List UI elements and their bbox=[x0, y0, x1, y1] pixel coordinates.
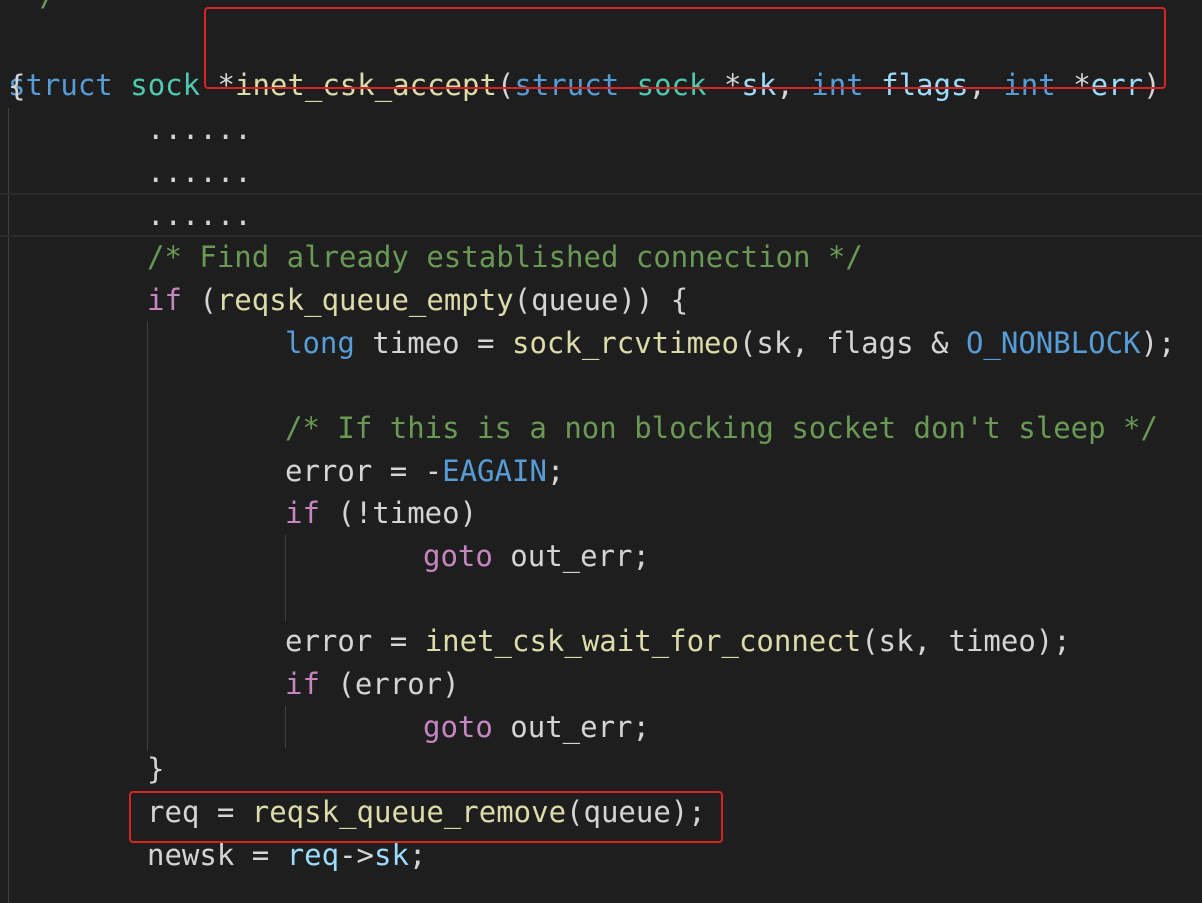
token-function-call: reqsk_queue_empty bbox=[216, 283, 514, 317]
code-editor[interactable]: */ struct sock *inet_csk_accept(struct s… bbox=[0, 0, 1202, 903]
code-line-if-error[interactable]: if (error) bbox=[285, 663, 460, 705]
code-line-goto-1[interactable]: goto out_err; bbox=[423, 535, 650, 577]
token-label: out_err; bbox=[492, 710, 650, 744]
highlight-box-queue-remove bbox=[129, 791, 723, 843]
token-args: (queue)) { bbox=[513, 283, 689, 317]
token-function-call: inet_csk_wait_for_connect bbox=[424, 624, 862, 658]
comment-text: /* If this is a non blocking socket don'… bbox=[285, 411, 1158, 445]
token-goto: goto bbox=[423, 539, 493, 573]
token-sock: sock bbox=[130, 68, 201, 102]
ellipsis-text: ...... bbox=[147, 155, 252, 189]
code-line-error-eagain[interactable]: error = -EAGAIN; bbox=[285, 450, 564, 492]
comment-text: /* Find already established connection *… bbox=[147, 240, 863, 274]
token-args: (sk, timeo); bbox=[861, 624, 1071, 658]
token-assign: newsk = bbox=[147, 838, 287, 872]
indent-guide-if bbox=[147, 322, 148, 750]
token-function-call: sock_rcvtimeo bbox=[511, 326, 739, 360]
ellipsis-text: ...... bbox=[147, 198, 252, 232]
highlight-box-signature bbox=[204, 7, 1166, 89]
ellipsis-text: ...... bbox=[147, 112, 252, 146]
token-paren: ( bbox=[181, 283, 217, 317]
code-line-if-empty[interactable]: if (reqsk_queue_empty(queue)) { bbox=[147, 279, 688, 321]
code-line-goto-2[interactable]: goto out_err; bbox=[423, 706, 650, 748]
token-semi: ; bbox=[408, 838, 427, 872]
code-line-ellipsis-3[interactable]: ...... bbox=[147, 194, 252, 236]
indent-guide-if3 bbox=[285, 706, 286, 748]
code-line-brace-open[interactable]: { bbox=[8, 65, 25, 107]
code-line-ellipsis-1[interactable]: ...... bbox=[147, 108, 252, 150]
token-args: (sk, flags & bbox=[738, 326, 966, 360]
code-line-error-wait[interactable]: error = inet_csk_wait_for_connect(sk, ti… bbox=[285, 620, 1071, 662]
token-if: if bbox=[285, 667, 320, 701]
token-goto: goto bbox=[423, 710, 493, 744]
token-assign: timeo = bbox=[354, 326, 512, 360]
token-semi: ; bbox=[546, 454, 565, 488]
token-cond: (error) bbox=[319, 667, 460, 701]
token-if: if bbox=[147, 283, 182, 317]
code-line-ellipsis-2[interactable]: ...... bbox=[147, 151, 252, 193]
token-assign: error = - bbox=[285, 454, 443, 488]
token-if: if bbox=[285, 496, 320, 530]
comment-end-fragment: */ bbox=[22, 0, 57, 11]
token-var: req bbox=[286, 838, 340, 872]
token-semi: ); bbox=[1140, 326, 1176, 360]
token-field: sk bbox=[374, 838, 409, 872]
token-assign: error = bbox=[285, 624, 425, 658]
token-label: out_err; bbox=[492, 539, 650, 573]
code-line-if-timeo[interactable]: if (!timeo) bbox=[285, 492, 477, 534]
indent-guide-if2 bbox=[285, 535, 286, 621]
token-long: long bbox=[285, 326, 355, 360]
code-line-long-timeo[interactable]: long timeo = sock_rcvtimeo(sk, flags & O… bbox=[285, 322, 1175, 364]
code-line-comment-find[interactable]: /* Find already established connection *… bbox=[147, 236, 863, 278]
token-cond: (!timeo) bbox=[319, 496, 478, 530]
token-arrow: -> bbox=[339, 838, 374, 872]
code-line-comment-nonblock[interactable]: /* If this is a non blocking socket don'… bbox=[285, 407, 1158, 449]
token-macro: O_NONBLOCK bbox=[965, 326, 1141, 360]
token-macro: EAGAIN bbox=[442, 454, 547, 488]
code-line-brace-close[interactable]: } bbox=[147, 748, 164, 790]
token-brace: } bbox=[147, 752, 165, 786]
